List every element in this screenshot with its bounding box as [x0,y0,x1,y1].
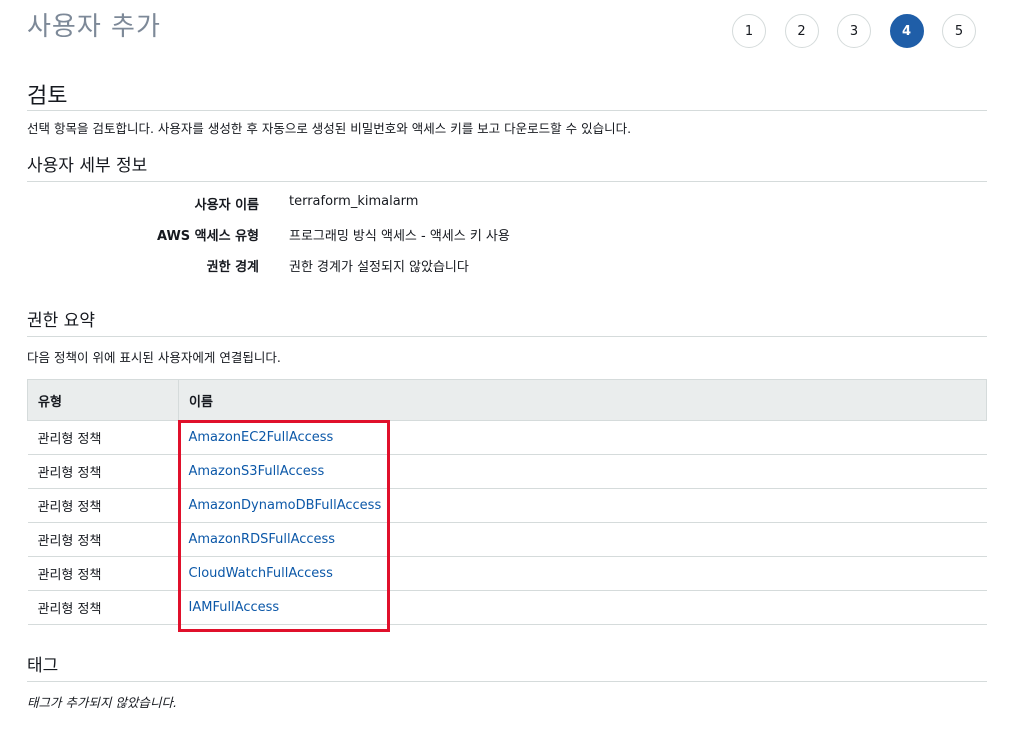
table-row: 관리형 정책 AmazonRDSFullAccess [27,522,987,557]
step-5-button[interactable]: 5 [942,14,976,48]
policy-type-cell: 관리형 정책 [27,590,179,625]
user-details-heading: 사용자 세부 정보 [27,151,987,182]
table-header-row: 유형 이름 [27,379,987,421]
detail-row-permission-boundary: 권한 경계 권한 경계가 설정되지 않았습니다 [27,256,627,276]
column-header-type: 유형 [27,379,179,421]
tags-heading: 태그 [27,651,987,682]
review-heading: 검토 [27,78,987,111]
policy-name-cell: AmazonRDSFullAccess [178,522,987,557]
detail-value: 프로그래밍 방식 액세스 - 액세스 키 사용 [289,229,510,244]
permissions-summary-heading: 권한 요약 [27,306,987,337]
policy-link[interactable]: AmazonS3FullAccess [189,464,325,479]
step-1-button[interactable]: 1 [732,14,766,48]
policy-type-cell: 관리형 정책 [27,488,179,523]
tags-empty-text: 태그가 추가되지 않았습니다. [27,695,177,710]
table-row: 관리형 정책 AmazonS3FullAccess [27,454,987,489]
step-2-button[interactable]: 2 [784,14,819,48]
detail-row-access-type: AWS 액세스 유형 프로그래밍 방식 액세스 - 액세스 키 사용 [27,225,627,245]
detail-row-username: 사용자 이름 terraform_kimalarm [27,194,627,214]
detail-label: AWS 액세스 유형 [156,229,259,244]
table-row: 관리형 정책 CloudWatchFullAccess [27,556,987,591]
step-3-button[interactable]: 3 [837,14,871,48]
policy-type-cell: 관리형 정책 [27,556,179,591]
policy-name-cell: CloudWatchFullAccess [178,556,987,591]
detail-value: terraform_kimalarm [289,194,419,209]
policy-link[interactable]: IAMFullAccess [189,600,280,615]
table-row: 관리형 정책 AmazonEC2FullAccess [27,420,987,455]
detail-value: 권한 경계가 설정되지 않았습니다 [289,260,469,275]
policy-name-cell: IAMFullAccess [178,590,987,625]
column-header-name: 이름 [178,379,987,421]
page-title: 사용자 추가 [27,12,161,42]
policy-link[interactable]: AmazonDynamoDBFullAccess [189,498,382,513]
policy-link[interactable]: AmazonEC2FullAccess [189,430,334,445]
policy-type-cell: 관리형 정책 [27,454,179,489]
detail-label: 사용자 이름 [194,198,259,213]
detail-label: 권한 경계 [206,260,259,275]
table-row: 관리형 정책 AmazonDynamoDBFullAccess [27,488,987,523]
wizard-stepper: 1 2 3 4 5 [732,14,995,48]
policy-link[interactable]: CloudWatchFullAccess [189,566,333,581]
policy-name-cell: AmazonEC2FullAccess [178,420,987,455]
policy-table: 유형 이름 관리형 정책 AmazonEC2FullAccess 관리형 정책 … [27,379,987,625]
table-row: 관리형 정책 IAMFullAccess [27,590,987,625]
policy-name-cell: AmazonDynamoDBFullAccess [178,488,987,523]
review-description: 선택 항목을 검토합니다. 사용자를 생성한 후 자동으로 생성된 비밀번호와 … [27,121,632,136]
policy-type-cell: 관리형 정책 [27,522,179,557]
permissions-description: 다음 정책이 위에 표시된 사용자에게 연결됩니다. [27,350,281,365]
policy-type-cell: 관리형 정책 [27,420,179,455]
step-4-button-active[interactable]: 4 [889,14,924,48]
policy-link[interactable]: AmazonRDSFullAccess [189,532,336,547]
policy-name-cell: AmazonS3FullAccess [178,454,987,489]
